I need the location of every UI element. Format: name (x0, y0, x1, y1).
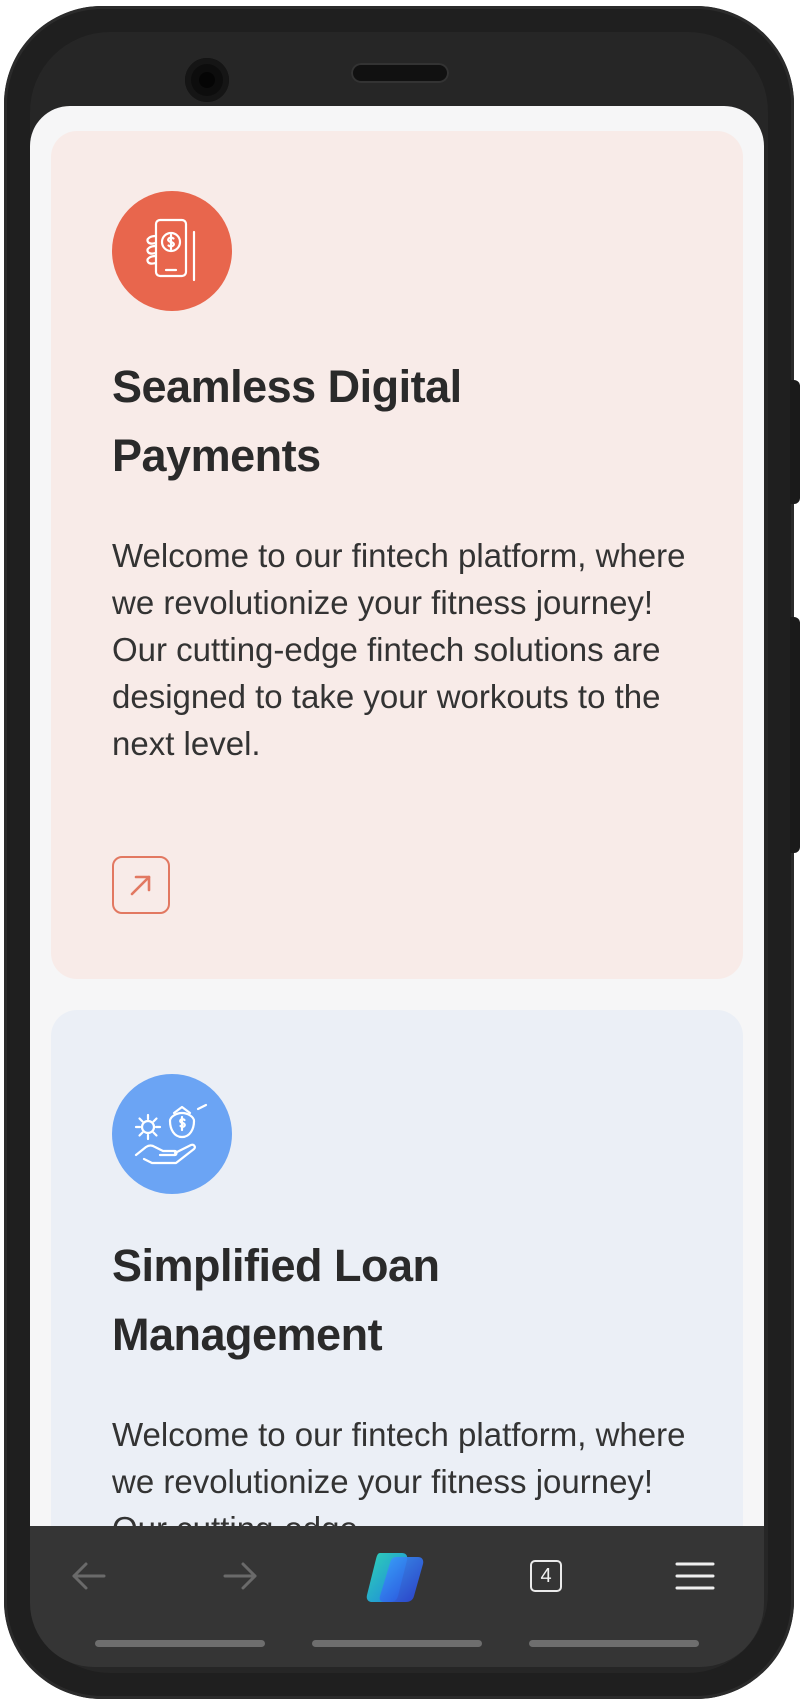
card-description: Welcome to our fintech platform, where w… (112, 1416, 686, 1526)
copilot-button[interactable] (362, 1546, 432, 1606)
browser-bottom-toolbar: 4 (30, 1526, 764, 1667)
front-camera (185, 58, 229, 102)
open-link-button[interactable] (112, 856, 170, 914)
forward-arrow-icon (223, 1562, 257, 1590)
gesture-bar-right (529, 1640, 699, 1647)
tabs-icon: 4 (530, 1560, 562, 1592)
gesture-bar-left (95, 1640, 265, 1647)
earpiece-speaker (351, 63, 449, 83)
mobile-payment-icon (112, 191, 232, 311)
menu-icon (675, 1562, 715, 1590)
forward-button[interactable] (205, 1546, 275, 1606)
browser-viewport[interactable]: Seamless Digital Payments Welcome to our… (30, 106, 764, 1526)
volume-button (790, 617, 800, 853)
back-button[interactable] (54, 1546, 124, 1606)
feature-card-loans: Simplified Loan Management Welcome to ou… (51, 1010, 743, 1526)
arrow-up-right-icon (130, 875, 151, 896)
card-title: Seamless Digital Payments (112, 361, 462, 481)
menu-button[interactable] (660, 1546, 730, 1606)
power-button (790, 380, 800, 504)
back-arrow-icon (72, 1562, 106, 1590)
loan-hand-gear-icon (112, 1074, 232, 1194)
tabs-button[interactable]: 4 (511, 1546, 581, 1606)
copilot-icon (366, 1553, 424, 1602)
card-description: Welcome to our fintech platform, where w… (112, 537, 686, 762)
card-title: Simplified Loan Management (112, 1240, 440, 1360)
gesture-bar-center (312, 1640, 482, 1647)
feature-card-payments: Seamless Digital Payments Welcome to our… (51, 131, 743, 979)
